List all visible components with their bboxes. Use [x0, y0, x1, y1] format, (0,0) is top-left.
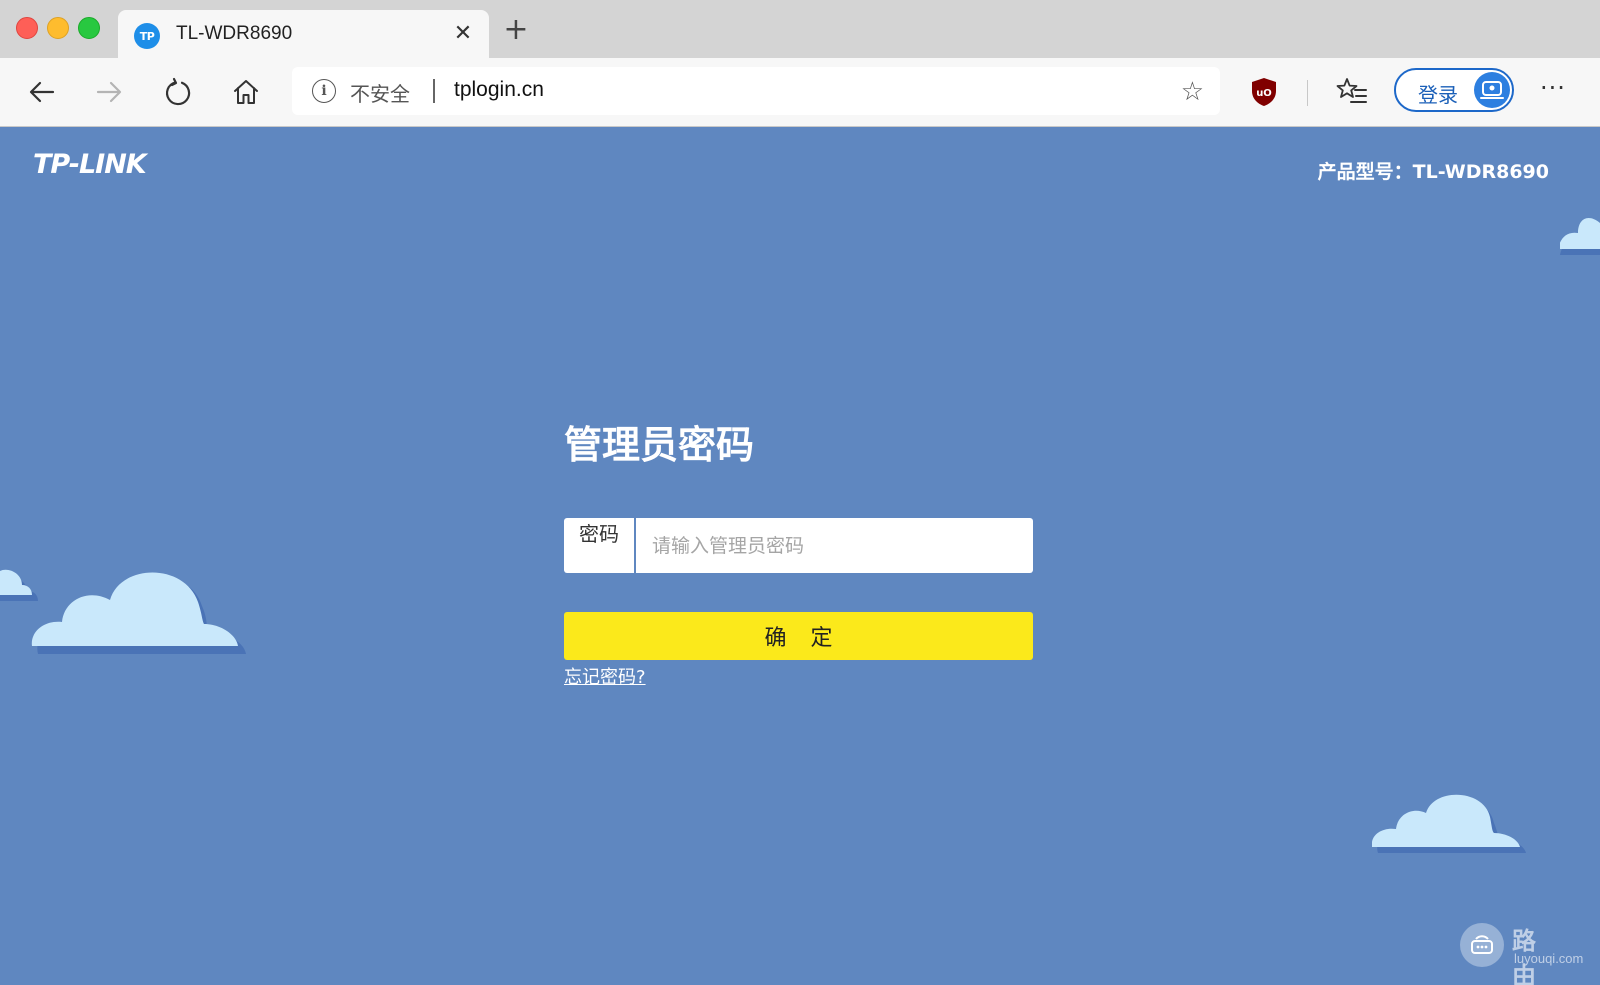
address-bar[interactable]: i 不安全 tplogin.cn ☆	[292, 67, 1220, 115]
forgot-password-link[interactable]: 忘记密码?	[564, 663, 646, 689]
reload-icon	[165, 77, 191, 106]
watermark-domain: luyouqi.com	[1514, 951, 1584, 966]
favorites-list-icon[interactable]	[1336, 76, 1368, 108]
arrow-right-icon	[96, 81, 122, 103]
new-tab-icon[interactable]: +	[500, 14, 532, 46]
arrow-left-icon	[29, 81, 55, 103]
reload-button[interactable]	[160, 74, 196, 110]
tp-link-favicon-icon: TP	[134, 23, 160, 49]
svg-text:uO: uO	[1256, 88, 1272, 99]
password-input[interactable]	[638, 518, 1033, 573]
login-title: 管理员密码	[564, 423, 755, 467]
tp-link-logo: TP-LINK	[33, 149, 147, 180]
profile-avatar-icon	[1474, 72, 1510, 108]
password-label: 密码	[564, 518, 636, 573]
add-favorite-star-icon[interactable]: ☆	[1181, 77, 1204, 107]
more-options-icon[interactable]: ···	[1540, 74, 1566, 102]
home-icon	[234, 80, 258, 104]
browser-toolbar: i 不安全 tplogin.cn ☆ uO 登录 ···	[0, 58, 1600, 127]
signin-label: 登录	[1418, 83, 1458, 107]
url-text[interactable]: tplogin.cn	[454, 78, 544, 102]
product-model: 产品型号：TL-WDR8690	[1317, 161, 1549, 183]
address-divider	[433, 79, 435, 103]
ublock-origin-shield-icon[interactable]: uO	[1251, 77, 1277, 107]
browser-tab[interactable]: TP TL-WDR8690 ✕	[118, 10, 489, 58]
window-close-button[interactable]	[16, 17, 38, 39]
confirm-button[interactable]: 确定	[564, 612, 1033, 660]
password-field: 密码	[564, 518, 1033, 573]
home-button[interactable]	[228, 74, 264, 110]
window-minimize-button[interactable]	[47, 17, 69, 39]
browser-tab-bar: TP TL-WDR8690 ✕ +	[0, 0, 1600, 58]
watermark-router-icon	[1460, 923, 1504, 967]
router-login-page: TP-LINK 产品型号：TL-WDR8690 管理员密码 密码 确定 忘记密码…	[0, 127, 1600, 985]
cloud-left	[31, 572, 247, 654]
site-info-icon[interactable]: i	[312, 79, 336, 103]
back-button[interactable]	[24, 74, 60, 110]
toolbar-divider	[1307, 80, 1308, 106]
tab-title: TL-WDR8690	[176, 23, 293, 44]
security-status: 不安全	[350, 82, 410, 106]
profile-signin-button[interactable]: 登录	[1394, 68, 1514, 112]
cloud-top-right	[1560, 218, 1600, 255]
tab-close-icon[interactable]: ✕	[451, 22, 475, 46]
cloud-bottom-right	[1372, 794, 1526, 853]
window-maximize-button[interactable]	[78, 17, 100, 39]
forward-button[interactable]	[91, 74, 127, 110]
